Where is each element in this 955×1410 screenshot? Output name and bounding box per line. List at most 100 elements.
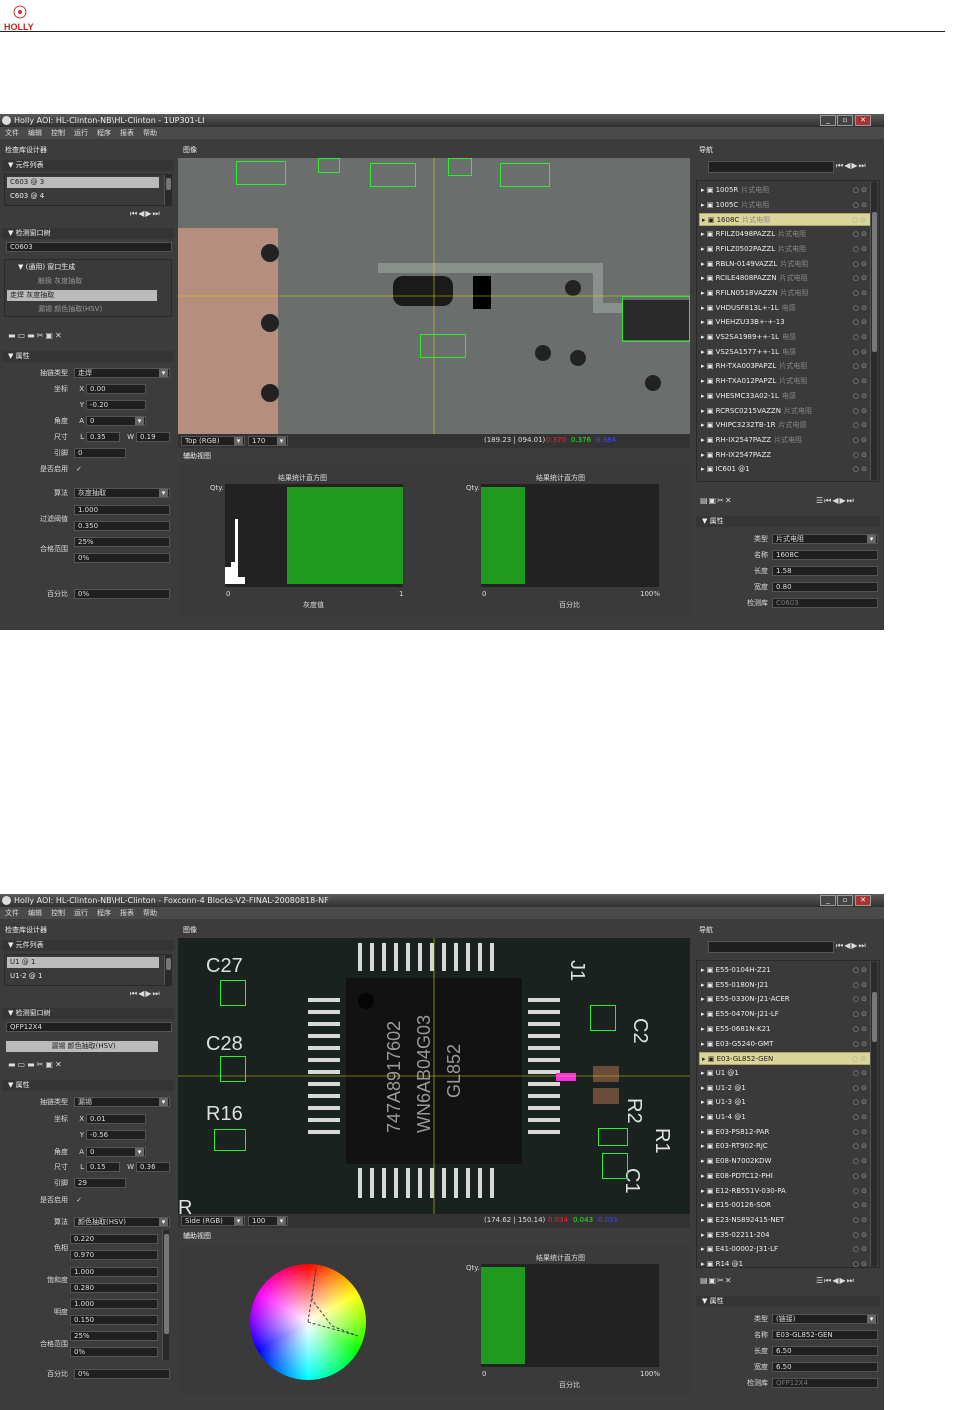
visibility-icon[interactable]: ○ ⊙: [853, 1258, 867, 1271]
window-tree-header[interactable]: ▼ 检测窗口树: [2, 1008, 174, 1019]
algo-type-select[interactable]: 走焊: [74, 368, 170, 378]
hue-lo-input[interactable]: 0.970: [70, 1250, 158, 1260]
nav-item[interactable]: ▸ ▣ RFILZ0498PAZZL 片式电阻 ○ ⊙: [699, 228, 873, 241]
y-input[interactable]: -0.56: [86, 1130, 146, 1140]
nav-item[interactable]: ▸ ▣ RH-IX2547PAZZ ○ ⊙: [699, 449, 873, 462]
menu-report[interactable]: 报表: [120, 909, 134, 917]
percent-input[interactable]: 0%: [74, 1369, 170, 1379]
menu-help[interactable]: 帮助: [143, 909, 157, 917]
nav-item[interactable]: ▸ ▣ RCILE4808PAZZN 片式电阻 ○ ⊙: [699, 272, 873, 285]
length-input[interactable]: 0.35: [86, 432, 120, 442]
y-input[interactable]: -0.20: [86, 400, 146, 410]
detect-box-5[interactable]: [500, 163, 550, 187]
attr-len-input[interactable]: 6.50: [772, 1346, 878, 1356]
nav-item[interactable]: ▸ ▣ 1005R 片式电阻 ○ ⊙: [699, 184, 873, 197]
attr-header[interactable]: ▼ 属性: [696, 1296, 880, 1307]
close-button[interactable]: ✕: [855, 115, 871, 126]
visibility-icon[interactable]: ○ ⊙: [852, 214, 866, 227]
close-button[interactable]: ✕: [855, 895, 871, 906]
attr-len-input[interactable]: 1.58: [772, 566, 878, 576]
attr-wid-input[interactable]: 0.80: [772, 582, 878, 592]
algo-type-select[interactable]: 漏锡: [74, 1097, 170, 1107]
visibility-icon[interactable]: ○ ⊙: [853, 375, 867, 388]
comp-list-header[interactable]: ▼ 元件列表: [2, 160, 174, 171]
detect-box-r16[interactable]: [214, 1129, 246, 1151]
nav-item[interactable]: ▸ ▣ VHESMC33A02-1L 电感 ○ ⊙: [699, 390, 873, 403]
x-input[interactable]: 0.01: [86, 1114, 146, 1124]
attr-type-select[interactable]: 片式电阻: [772, 534, 878, 544]
visibility-icon[interactable]: ○ ⊙: [853, 1140, 867, 1153]
attr-header[interactable]: ▼ 属性: [696, 516, 880, 527]
menu-file[interactable]: 文件: [5, 129, 19, 137]
hue-hi-input[interactable]: 0.220: [70, 1234, 158, 1244]
props-header[interactable]: ▼ 属性: [2, 351, 174, 362]
nav-item[interactable]: ▸ ▣ U1-4 @1 ○ ⊙: [699, 1111, 873, 1124]
attr-wid-input[interactable]: 6.50: [772, 1362, 878, 1372]
visibility-icon[interactable]: ○ ⊙: [853, 360, 867, 373]
pcb-image[interactable]: [178, 158, 690, 434]
ref-input[interactable]: 29: [74, 1178, 126, 1188]
filter-lo-input[interactable]: 0.350: [74, 521, 170, 531]
visibility-icon[interactable]: ○ ⊙: [853, 258, 867, 271]
visibility-icon[interactable]: ○ ⊙: [853, 1008, 867, 1021]
visibility-icon[interactable]: ○ ⊙: [853, 243, 867, 256]
visibility-icon[interactable]: ○ ⊙: [853, 1229, 867, 1242]
comp-nav-arrows[interactable]: ⏮◀▶⏭: [130, 989, 161, 999]
visibility-icon[interactable]: ○ ⊙: [853, 1243, 867, 1256]
visibility-icon[interactable]: ○ ⊙: [853, 272, 867, 285]
nav-item[interactable]: ▸ ▣ E55-0330N-J21-ACER ○ ⊙: [699, 993, 873, 1006]
enable-checkbox[interactable]: ✓: [74, 1195, 82, 1205]
visibility-icon[interactable]: ○ ⊙: [853, 1082, 867, 1095]
visibility-icon[interactable]: ○ ⊙: [853, 964, 867, 977]
nav-item[interactable]: ▸ ▣ VHIPC3232TB-1R 片式电感 ○ ⊙: [699, 419, 873, 432]
val-lo-input[interactable]: 0.150: [70, 1315, 158, 1325]
tree-toolbar[interactable]: ▬▭▬✂▣✕: [8, 1060, 64, 1069]
nav-item[interactable]: ▸ ▣ VS2SA1577++-1L 电感 ○ ⊙: [699, 346, 873, 359]
nav-scrollbar[interactable]: [870, 182, 877, 480]
nav-item[interactable]: ▸ ▣ E15-00126-SOR ○ ⊙: [699, 1199, 873, 1212]
visibility-icon[interactable]: ○ ⊙: [852, 1053, 866, 1066]
nav-item[interactable]: ▸ ▣ E03-GL852-GEN ○ ⊙: [699, 1052, 873, 1066]
pcb-image[interactable]: 747A8917602 WN6AB04G03 GL852 C27 C28 R16…: [178, 938, 690, 1214]
tree-toolbar[interactable]: ▬▭▬✂▣✕: [8, 331, 64, 340]
filter-hi-input[interactable]: 1.000: [74, 505, 170, 515]
pass-lo-input[interactable]: 0%: [70, 1347, 158, 1357]
detect-box-7[interactable]: [622, 296, 690, 342]
visibility-icon[interactable]: ○ ⊙: [853, 1111, 867, 1124]
window-tree-header[interactable]: ▼ 检测窗口树: [2, 228, 174, 239]
visibility-icon[interactable]: ○ ⊙: [853, 1199, 867, 1212]
detect-box-c28[interactable]: [220, 1056, 246, 1082]
window-lib-name[interactable]: QFP12X4: [6, 1022, 172, 1032]
nav-item[interactable]: ▸ ▣ RFILZ0502PAZZL 片式电阻 ○ ⊙: [699, 243, 873, 256]
detect-box-c27[interactable]: [220, 980, 246, 1006]
props-scrollbar[interactable]: [162, 1230, 169, 1360]
angle-select[interactable]: 0: [86, 1147, 146, 1157]
menu-edit[interactable]: 编辑: [28, 129, 42, 137]
comp-nav-arrows[interactable]: ⏮◀▶⏭: [130, 209, 161, 219]
pass-lo-input[interactable]: 0%: [74, 553, 170, 563]
attr-lib-input[interactable]: QFP12X4: [772, 1378, 878, 1388]
comp-item-2[interactable]: C603 @ 4: [7, 191, 159, 202]
nav-toolbar[interactable]: ▤▣✂✕: [700, 496, 733, 505]
nav-item[interactable]: ▸ ▣ IC601 @1 ○ ⊙: [699, 463, 873, 476]
props-header[interactable]: ▼ 属性: [2, 1080, 174, 1091]
nav-item[interactable]: ▸ ▣ E55-0470N-J21-LF ○ ⊙: [699, 1008, 873, 1021]
nav-item[interactable]: ▸ ▣ E55-0104H-Z21 ○ ⊙: [699, 964, 873, 977]
nav-item[interactable]: ▸ ▣ E12-RB551V-030-PA ○ ⊙: [699, 1185, 873, 1198]
visibility-icon[interactable]: ○ ⊙: [853, 1067, 867, 1080]
val-hi-input[interactable]: 1.000: [70, 1299, 158, 1309]
visibility-icon[interactable]: ○ ⊙: [853, 419, 867, 432]
detect-box-2[interactable]: [318, 158, 340, 173]
nav-search-input[interactable]: [708, 161, 834, 173]
minimize-button[interactable]: _: [820, 115, 836, 126]
nav-item[interactable]: ▸ ▣ RFILN0518VAZZN 片式电阻 ○ ⊙: [699, 287, 873, 300]
visibility-icon[interactable]: ○ ⊙: [853, 331, 867, 344]
zoom-select[interactable]: 170: [248, 436, 288, 446]
comp-list-header[interactable]: ▼ 元件列表: [2, 940, 174, 951]
visibility-icon[interactable]: ○ ⊙: [853, 1096, 867, 1109]
comp-item-2[interactable]: U1-2 @ 1: [7, 971, 159, 982]
nav-scrollbar[interactable]: [870, 962, 877, 1266]
detect-box-3[interactable]: [370, 163, 416, 187]
nav-toolbar[interactable]: ▤▣✂✕: [700, 1276, 733, 1285]
visibility-icon[interactable]: ○ ⊙: [853, 463, 867, 476]
